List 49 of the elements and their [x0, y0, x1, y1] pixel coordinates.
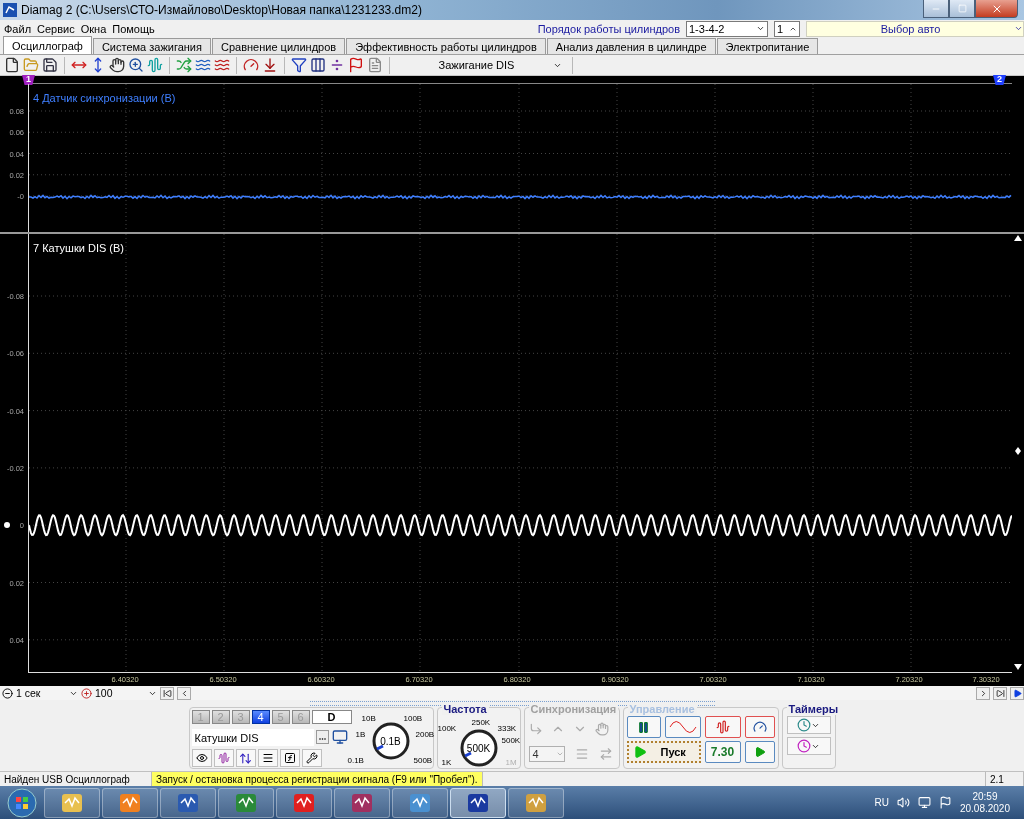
cylinder-spin-field[interactable]: 1	[774, 20, 800, 37]
status-hint: Запуск / остановка процесса регистрации сигнала (F9 или "Пробел").	[152, 772, 483, 786]
tab[interactable]: Сравнение цилиндров	[212, 38, 346, 54]
group-title: Таймеры	[786, 703, 841, 715]
mode-select[interactable]: Зажигание DIS	[396, 56, 566, 74]
scale-label: 200В	[415, 730, 435, 739]
cursor-marker[interactable]: 2	[993, 75, 1006, 85]
menu-item[interactable]: Файл	[4, 22, 32, 35]
scale-label: 1M	[505, 758, 517, 767]
scale-label: 250K	[471, 718, 491, 727]
cursor-marker[interactable]: 1	[22, 75, 35, 85]
scale-label: 500В	[413, 756, 433, 765]
tab[interactable]: Анализ давления в цилиндре	[546, 38, 716, 54]
sync-channel-select[interactable]: 4	[528, 746, 565, 762]
scale-label: 500K	[501, 736, 521, 745]
group-title: Частота	[441, 703, 489, 715]
cylinder-order-select[interactable]: 1-3-4-2	[686, 20, 768, 37]
scale-label: 10В	[361, 714, 376, 723]
language-indicator[interactable]: RU	[874, 797, 889, 808]
tab[interactable]: Эффективность работы цилиндров	[346, 38, 546, 54]
channel-tab[interactable]: 4	[251, 710, 270, 724]
scale-label: 1K	[441, 758, 452, 767]
scale-label: 0.1В	[347, 756, 364, 765]
channel-name-field[interactable]: Катушки DIS	[191, 729, 314, 746]
window-title: Diamag 2 (C:\Users\СТО-Измайлово\Desktop\Новая папка\1231233.dm2)	[21, 3, 422, 17]
timebase-select[interactable]: 1 сек	[16, 687, 66, 699]
channel-title: 4 Датчик синхронизации (В)	[33, 92, 176, 104]
cylinder-order-label: Порядок работы цилиндров	[537, 22, 680, 35]
tab[interactable]: Осциллограф	[3, 36, 92, 54]
car-select[interactable]: Выбор авто	[806, 20, 1024, 37]
knob-value: 0.1В	[380, 735, 401, 747]
group-title: Синхронизация	[528, 703, 619, 715]
time-button[interactable]: 7.30	[704, 741, 741, 763]
tab[interactable]: Электропитание	[716, 38, 819, 54]
scale-label: 100В	[403, 714, 423, 723]
knob-value: 500K	[466, 742, 491, 754]
start-button[interactable]: Пуск	[626, 741, 701, 763]
scale-label: 1В	[355, 730, 366, 739]
scale-label: 100K	[437, 724, 457, 733]
menu-item[interactable]: Сервис	[37, 22, 75, 35]
channel-title: 7 Катушки DIS (В)	[33, 242, 124, 254]
menu-item[interactable]: Окна	[80, 22, 107, 35]
channel-tab[interactable]: D	[311, 710, 352, 724]
clock[interactable]: 20:59 20.08.2020	[959, 790, 1010, 815]
scale-label: 333K	[497, 724, 517, 733]
group-title: Управление	[627, 703, 697, 715]
menu-item[interactable]: Помощь	[112, 22, 155, 35]
tab[interactable]: Система зажигания	[92, 38, 211, 54]
zoom-select[interactable]: 100	[95, 687, 145, 699]
